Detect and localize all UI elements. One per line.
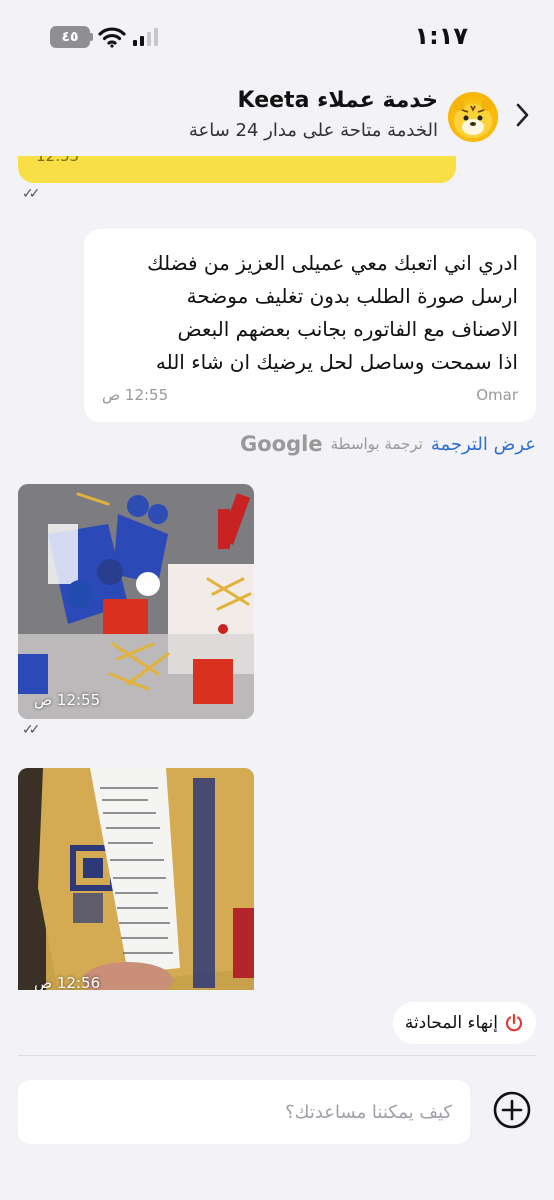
chat-title: خدمة عملاء Keeta	[237, 88, 438, 113]
chat-subtitle: الخدمة متاحة على مدار 24 ساعة	[188, 120, 438, 141]
food-photo	[18, 484, 254, 719]
message-time: 12:55 ص	[102, 386, 169, 404]
message-input-container[interactable]	[18, 1080, 470, 1144]
image-message[interactable]: 12:56 ص	[18, 768, 254, 990]
receipt-photo	[18, 768, 254, 990]
back-button[interactable]	[510, 100, 534, 130]
chat-header: خدمة عملاء Keeta الخدمة متاحة على مدار 2…	[0, 70, 554, 156]
chevron-right-icon	[516, 103, 529, 127]
image-message[interactable]: 12:55 ص	[18, 484, 254, 719]
translated-by-label: ترجمة بواسطة	[330, 435, 423, 453]
plus-circle-icon[interactable]	[492, 1090, 532, 1130]
message-input[interactable]	[18, 1080, 470, 1144]
message-line: الاصناف مع الفاتوره بجانب بعضهم البعض	[177, 317, 518, 341]
tiger-icon	[453, 99, 493, 138]
google-logo: Google	[240, 432, 323, 456]
message-line: ادري اني اتعبك معي عميلى العزيز من فضلك	[147, 251, 518, 275]
sender-name: Omar	[476, 386, 518, 404]
end-chat-button[interactable]: إنهاء المحادثة	[392, 1002, 536, 1044]
message-text: ادري اني اتعبك معي عميلى العزيز من فضلك …	[98, 247, 518, 379]
double-check-icon: ✓✓	[22, 186, 41, 202]
agent-message-bubble[interactable]: ادري اني اتعبك معي عميلى العزيز من فضلك …	[84, 229, 536, 422]
double-check-icon: ✓✓	[22, 722, 41, 738]
divider	[18, 1055, 536, 1056]
message-line: اذا سمحت وساصل لحل يرضيك ان شاء الله	[155, 350, 518, 374]
end-chat-label: إنهاء المحادثة	[404, 1013, 498, 1033]
message-time: 12:55 ص	[34, 691, 101, 709]
show-translation-link[interactable]: عرض الترجمة	[431, 434, 536, 455]
translation-row: عرض الترجمة ترجمة بواسطة Google	[240, 428, 536, 460]
message-time: 12:56 ص	[34, 974, 101, 990]
power-icon	[505, 1013, 523, 1032]
message-line: ارسل صورة الطلب بدون تغليف موضحة	[186, 284, 518, 308]
tiger-avatar[interactable]	[448, 92, 498, 142]
